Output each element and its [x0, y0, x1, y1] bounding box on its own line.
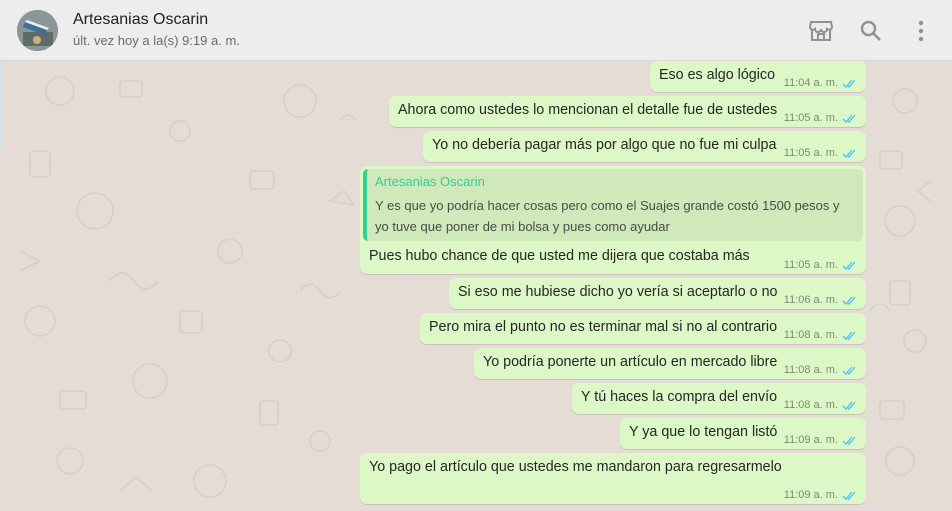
- message-text: Yo podría ponerte un artículo en mercado…: [483, 354, 778, 370]
- message-bubble[interactable]: Y tú haces la compra del envío 11:08 a. …: [572, 383, 866, 414]
- message-bubble[interactable]: Y ya que lo tengan listó 11:09 a. m.: [620, 418, 866, 449]
- message-time: 11:05 a. m.: [783, 112, 838, 124]
- message-time: 11:08 a. m.: [783, 329, 838, 341]
- message-meta: 11:05 a. m.: [784, 112, 858, 124]
- double-check-icon: [842, 114, 856, 123]
- message-text: Ahora como ustedes lo mencionan el detal…: [398, 102, 778, 118]
- quoted-text-line-2: yo tuve que poner de mi bolsa y pues com…: [375, 219, 670, 234]
- double-check-icon: [842, 261, 856, 270]
- menu-kebab-icon[interactable]: [908, 18, 934, 44]
- message-meta: 11:09 a. m.: [784, 434, 858, 446]
- message-meta: 11:05 a. m.: [784, 147, 858, 159]
- message-bubble[interactable]: Yo no debería pagar más por algo que no …: [423, 131, 866, 162]
- message-bubble[interactable]: Eso es algo lógico 11:04 a. m.: [650, 61, 866, 92]
- quoted-message[interactable]: Artesanias Oscarin Y es que yo podría ha…: [363, 169, 863, 241]
- message-meta: 11:08 a. m.: [784, 399, 858, 411]
- message-meta: 11:08 a. m.: [784, 329, 858, 341]
- message-time: 11:06 a. m.: [783, 294, 838, 306]
- message-text: Si eso me hubiese dicho yo vería si acep…: [458, 284, 778, 300]
- contact-avatar[interactable]: [17, 10, 58, 51]
- message-bubble[interactable]: Si eso me hubiese dicho yo vería si acep…: [449, 278, 866, 309]
- message-time: 11:05 a. m.: [783, 147, 838, 159]
- double-check-icon: [842, 491, 856, 500]
- message-text: Y ya que lo tengan listó: [629, 424, 778, 440]
- double-check-icon: [842, 149, 856, 158]
- quoted-text-line-1: Y es que yo podría hacer cosas pero como…: [375, 198, 840, 213]
- message-bubble[interactable]: Pero mira el punto no es terminar mal si…: [420, 313, 866, 344]
- message-meta: 11:04 a. m.: [784, 77, 858, 89]
- message-meta: 11:08 a. m.: [784, 364, 858, 376]
- message-time: 11:08 a. m.: [783, 399, 838, 411]
- last-seen-status: últ. vez hoy a la(s) 9:19 a. m.: [73, 33, 240, 48]
- message-bubble[interactable]: Yo pago el artículo que ustedes me manda…: [360, 453, 866, 504]
- double-check-icon: [842, 401, 856, 410]
- contact-name[interactable]: Artesanias Oscarin: [73, 11, 208, 29]
- quoted-author: Artesanias Oscarin: [375, 174, 485, 189]
- double-check-icon: [842, 79, 856, 88]
- message-text: Y tú haces la compra del envío: [581, 389, 778, 405]
- message-bubble[interactable]: Ahora como ustedes lo mencionan el detal…: [389, 96, 866, 127]
- message-meta: 11:05 a. m.: [784, 259, 858, 271]
- message-meta: 11:09 a. m.: [784, 489, 858, 501]
- double-check-icon: [842, 331, 856, 340]
- message-text: Yo pago el artículo que ustedes me manda…: [369, 459, 782, 475]
- message-text: Eso es algo lógico: [659, 67, 776, 83]
- chat-header: Artesanias Oscarin últ. vez hoy a la(s) …: [0, 0, 952, 61]
- message-time: 11:04 a. m.: [783, 77, 838, 89]
- double-check-icon: [842, 296, 856, 305]
- message-bubble[interactable]: Yo podría ponerte un artículo en mercado…: [474, 348, 866, 379]
- search-icon[interactable]: [858, 18, 884, 44]
- message-time: 11:08 a. m.: [783, 364, 838, 376]
- message-time: 11:09 a. m.: [783, 434, 838, 446]
- chat-messages-area[interactable]: Eso es algo lógico 11:04 a. m. Ahora com…: [0, 61, 952, 511]
- message-text: Pues hubo chance de que usted me dijera …: [369, 248, 750, 264]
- store-icon[interactable]: [808, 18, 834, 44]
- message-bubble-with-quote[interactable]: Artesanias Oscarin Y es que yo podría ha…: [360, 166, 866, 274]
- message-text: Yo no debería pagar más por algo que no …: [432, 137, 777, 153]
- message-meta: 11:06 a. m.: [784, 294, 858, 306]
- double-check-icon: [842, 366, 856, 375]
- message-time: 11:09 a. m.: [783, 489, 838, 501]
- double-check-icon: [842, 436, 856, 445]
- message-time: 11:05 a. m.: [783, 259, 838, 271]
- message-text: Pero mira el punto no es terminar mal si…: [429, 319, 778, 335]
